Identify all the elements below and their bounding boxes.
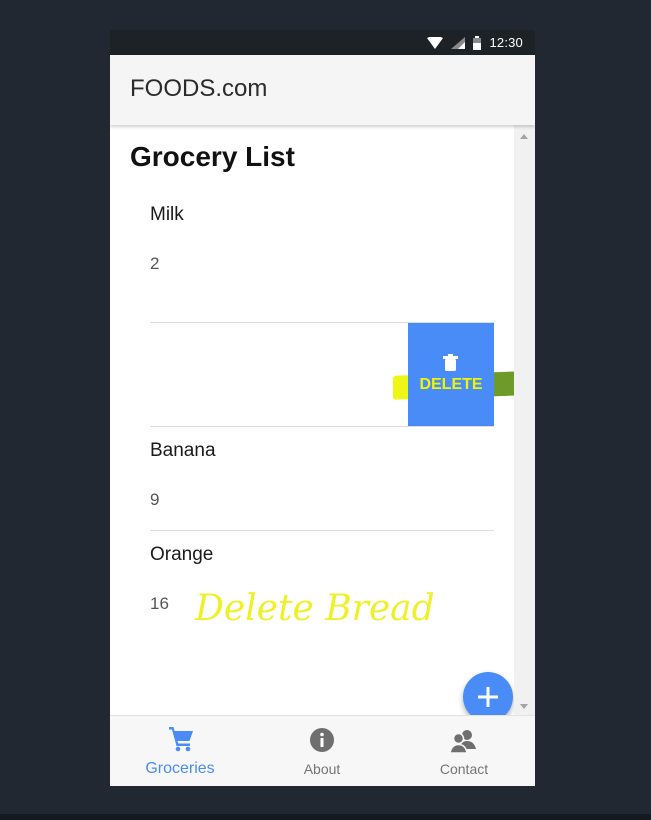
status-bar: 12:30 xyxy=(110,30,535,55)
nav-item-groceries[interactable]: Groceries xyxy=(110,716,250,786)
nav-label-contact: Contact xyxy=(439,761,489,777)
plus-icon xyxy=(478,687,498,707)
app-bar: FOODS.com xyxy=(110,55,535,125)
item-quantity: 16 xyxy=(150,594,169,613)
nav-label-about: About xyxy=(303,761,341,777)
wifi-icon xyxy=(427,36,444,49)
item-name: Orange xyxy=(150,544,214,565)
item-quantity: 2 xyxy=(150,254,160,273)
scroll-up-arrow-icon[interactable] xyxy=(520,134,528,139)
app-title: FOODS.com xyxy=(130,75,268,102)
nav-item-contact[interactable]: Contact xyxy=(394,716,534,786)
signal-icon xyxy=(451,36,466,49)
list-item-banana[interactable]: Banana 9 xyxy=(150,427,494,530)
nav-label-groceries: Groceries xyxy=(145,760,215,777)
item-name: Banana xyxy=(150,440,216,461)
annotation-text: Delete Bread xyxy=(195,588,435,629)
trash-icon xyxy=(443,354,458,371)
delete-label: DELETE xyxy=(419,376,483,393)
cart-icon xyxy=(169,727,193,752)
list-item-milk[interactable]: Milk 2 xyxy=(150,125,494,321)
status-icons: 12:30 xyxy=(427,30,523,55)
scroll-down-arrow-icon[interactable] xyxy=(520,704,528,709)
backdrop-bottom-edge xyxy=(0,814,651,820)
bottom-navigation: Groceries About Contact xyxy=(110,715,535,786)
phone-screen: 12:30 FOODS.com Grocery List Milk 2 DELE… xyxy=(110,30,535,786)
item-name: Milk xyxy=(150,204,184,225)
scrollbar[interactable] xyxy=(514,125,535,715)
battery-icon xyxy=(473,35,482,50)
swiped-list-item[interactable]: DELETE xyxy=(150,323,535,426)
status-time: 12:30 xyxy=(489,35,523,50)
grocery-list-content[interactable]: Grocery List Milk 2 DELETE Banana 9 Oran… xyxy=(110,125,535,715)
nav-item-about[interactable]: About xyxy=(252,716,392,786)
delete-button[interactable]: DELETE xyxy=(408,323,494,426)
add-item-button[interactable] xyxy=(463,672,513,715)
info-icon xyxy=(310,728,334,752)
item-quantity: 9 xyxy=(150,490,160,509)
people-icon xyxy=(450,730,476,754)
